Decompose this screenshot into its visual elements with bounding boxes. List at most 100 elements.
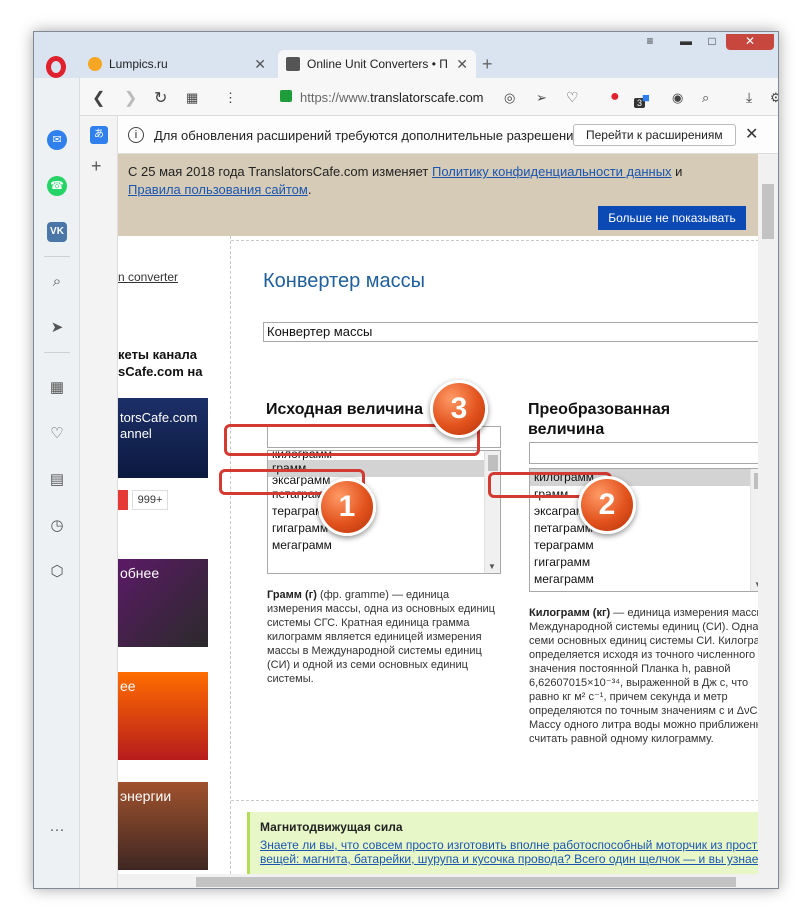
- tab-lumpics[interactable]: Lumpics.ru ✕: [80, 50, 274, 78]
- adblock-icon[interactable]: ●: [610, 88, 620, 106]
- converter-main: Конвертер массы Конвертер массы Исходная…: [230, 236, 778, 874]
- video-thumbnail[interactable]: обнее: [118, 559, 208, 647]
- scroll-thumb[interactable]: [488, 455, 498, 471]
- page-horizontal-scrollbar[interactable]: [118, 874, 778, 888]
- maximize-button[interactable]: □: [700, 34, 724, 50]
- target-unit-description: Килограмм (кг) — единица измерения массы…: [529, 606, 778, 746]
- step-marker-1: 1: [318, 478, 376, 536]
- forward-icon[interactable]: ❯: [124, 88, 137, 108]
- news-teaser: Магнитодвижущая сила Знаете ли вы, что с…: [247, 812, 772, 874]
- vpn-globe-icon[interactable]: ◉: [672, 90, 683, 106]
- banner-text: С 25 мая 2018 года TranslatorsCafe.com и…: [128, 164, 433, 179]
- close-icon[interactable]: ✕: [745, 124, 758, 144]
- privacy-policy-link[interactable]: Политику конфиденциальности данных: [432, 164, 672, 179]
- close-window-button[interactable]: ✕: [726, 34, 774, 50]
- step-marker-3: 3: [430, 380, 488, 438]
- messenger-icon[interactable]: ✉: [47, 130, 67, 150]
- list-item[interactable]: мегаграмм: [268, 537, 484, 554]
- more-icon[interactable]: ···: [47, 820, 67, 840]
- translatorscafe-favicon-icon: [286, 57, 300, 71]
- page-menu-icon[interactable]: ⋮: [224, 90, 237, 106]
- news-link[interactable]: Знаете ли вы, что совсем просто изготови…: [260, 838, 772, 866]
- sidebar-divider: [44, 352, 70, 353]
- extensions-icon[interactable]: ⬡: [47, 562, 67, 582]
- banner-text: .: [307, 182, 312, 197]
- speed-dial-icon[interactable]: ▦: [47, 378, 67, 398]
- news-link-line[interactable]: вещей: магнита, батарейки, шурупа и кусо…: [260, 852, 772, 866]
- send-icon[interactable]: ➤: [47, 318, 67, 338]
- title-bar: Lumpics.ru ✕ Online Unit Converters • П …: [34, 32, 778, 78]
- add-extension-icon[interactable]: +: [91, 156, 102, 177]
- tab-translatorscafe[interactable]: Online Unit Converters • П ✕: [278, 50, 476, 78]
- browser-window: Lumpics.ru ✕ Online Unit Converters • П …: [33, 31, 779, 889]
- scroll-thumb[interactable]: [762, 184, 774, 239]
- search-icon[interactable]: ⌕: [47, 272, 67, 292]
- lumpics-favicon-icon: [88, 57, 102, 71]
- terms-link[interactable]: Правила пользования сайтом: [128, 182, 308, 197]
- video-thumbnail[interactable]: ее: [118, 672, 208, 760]
- list-scrollbar[interactable]: ▼: [484, 451, 500, 573]
- unit-description-text: — единица измерения массы в Международно…: [529, 607, 775, 745]
- step-marker-2: 2: [578, 476, 636, 534]
- banner-line-2: Правила пользования сайтом.: [128, 182, 311, 197]
- minimize-button[interactable]: ▬: [674, 34, 698, 50]
- search-zoom-icon[interactable]: ⌕: [702, 90, 709, 106]
- source-header: Исходная величина: [266, 401, 423, 418]
- send-icon[interactable]: ➢: [536, 90, 547, 106]
- translate-icon[interactable]: ■: [642, 90, 650, 105]
- new-tab-button[interactable]: +: [482, 54, 493, 75]
- divider: [231, 800, 759, 801]
- heart-icon[interactable]: ♡: [47, 424, 67, 444]
- whatsapp-icon[interactable]: ☎: [47, 176, 67, 196]
- back-icon[interactable]: ❮: [92, 88, 105, 108]
- extension-infobar: i Для обновления расширений требуются до…: [118, 116, 778, 154]
- info-icon: i: [128, 127, 144, 143]
- thumbnail-text: энергии: [120, 788, 172, 804]
- history-icon[interactable]: ◷: [47, 516, 67, 536]
- close-tab-icon[interactable]: ✕: [456, 56, 468, 73]
- youtube-subscribe-button[interactable]: [118, 490, 128, 510]
- dont-show-again-button[interactable]: Больше не показывать: [598, 206, 746, 230]
- opera-menu-icon[interactable]: [46, 56, 66, 78]
- converter-select[interactable]: Конвертер массы: [263, 322, 778, 342]
- scroll-thumb[interactable]: [196, 877, 736, 887]
- list-item[interactable]: тераграмм: [530, 537, 750, 554]
- heart-icon[interactable]: ♡: [566, 89, 579, 106]
- page-vertical-scrollbar[interactable]: [758, 154, 778, 874]
- translate-extension-icon[interactable]: あ: [90, 126, 108, 144]
- channel-title: кеты канала sCafe.com на: [118, 346, 202, 380]
- converter-link[interactable]: n converter: [118, 270, 178, 284]
- unit-name: Грамм (г): [267, 589, 317, 601]
- close-tab-icon[interactable]: ✕: [254, 56, 266, 73]
- target-value-input[interactable]: [529, 442, 773, 464]
- url-scheme: https://www.: [300, 90, 371, 105]
- sidebar-divider: [44, 256, 70, 257]
- channel-title-line: кеты канала: [118, 347, 197, 362]
- tab-menu-icon[interactable]: ≡: [638, 34, 662, 50]
- list-item[interactable]: гигаграмм: [530, 554, 750, 571]
- infobar-message: Для обновления расширений требуются допо…: [154, 128, 592, 143]
- camera-icon[interactable]: ◎: [504, 90, 515, 106]
- vk-icon[interactable]: VK: [47, 222, 67, 242]
- video-thumbnail[interactable]: энергии: [118, 782, 208, 870]
- list-item[interactable]: тераграмм: [268, 503, 484, 520]
- news-icon[interactable]: ▤: [47, 470, 67, 490]
- video-thumbnail[interactable]: torsCafe.com annel: [118, 398, 208, 478]
- list-item[interactable]: гигаграмм: [268, 520, 484, 537]
- easy-setup-icon[interactable]: ⚙: [770, 90, 778, 106]
- page-title: Конвертер массы: [263, 270, 426, 292]
- go-to-extensions-button[interactable]: Перейти к расширениям: [573, 124, 736, 146]
- thumbnail-text: ее: [120, 678, 136, 694]
- opera-sidebar: ✉ ☎ VK ⌕ ➤ ▦ ♡ ▤ ◷ ⬡ ···: [34, 78, 80, 888]
- scroll-down-icon[interactable]: ▼: [488, 562, 496, 571]
- download-icon[interactable]: ⤓: [746, 89, 752, 106]
- reload-icon[interactable]: ↻: [154, 88, 167, 108]
- address-bar: ❮ ❯ ↻ ▦ ⋮ https://www.translatorscafe.co…: [80, 78, 778, 116]
- list-item[interactable]: эксаграмм: [530, 503, 750, 520]
- list-item[interactable]: петаграмм: [530, 520, 750, 537]
- news-link-line[interactable]: Знаете ли вы, что совсем просто изготови…: [260, 838, 772, 852]
- url-field[interactable]: https://www.translatorscafe.com: [300, 90, 484, 105]
- tabs-grid-icon[interactable]: ▦: [186, 90, 198, 106]
- list-item[interactable]: мегаграмм: [530, 571, 750, 588]
- lock-icon[interactable]: [280, 90, 292, 102]
